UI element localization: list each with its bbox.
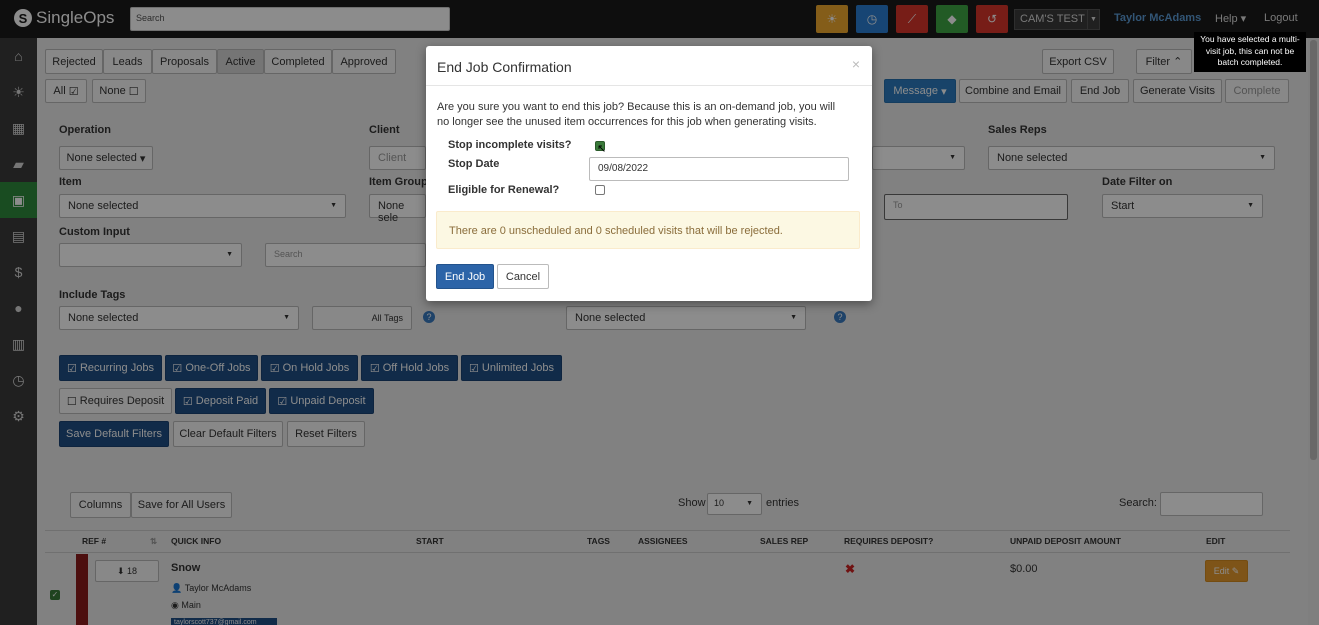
- modal-header: End Job Confirmation ×: [426, 46, 872, 86]
- end-job-modal: End Job Confirmation × Are you sure you …: [426, 46, 872, 301]
- modal-body-text: Are you sure you want to end this job? B…: [437, 101, 836, 128]
- batch-tooltip: You have selected a multi-visit job, thi…: [1194, 32, 1306, 72]
- modal-title: End Job Confirmation: [437, 59, 572, 75]
- stop-incomplete-label: Stop incomplete visits?: [448, 139, 572, 151]
- cancel-button[interactable]: Cancel: [497, 264, 549, 289]
- confirm-end-job-button[interactable]: End Job: [436, 264, 494, 289]
- eligible-renewal-checkbox[interactable]: [595, 185, 605, 195]
- stop-date-label: Stop Date: [448, 158, 500, 170]
- stop-date-input[interactable]: 09/08/2022: [589, 157, 849, 181]
- warning-alert: There are 0 unscheduled and 0 scheduled …: [436, 211, 860, 249]
- close-icon[interactable]: ×: [852, 56, 860, 72]
- eligible-renewal-label: Eligible for Renewal?: [448, 184, 560, 196]
- mouse-cursor-icon: ↖: [597, 143, 607, 155]
